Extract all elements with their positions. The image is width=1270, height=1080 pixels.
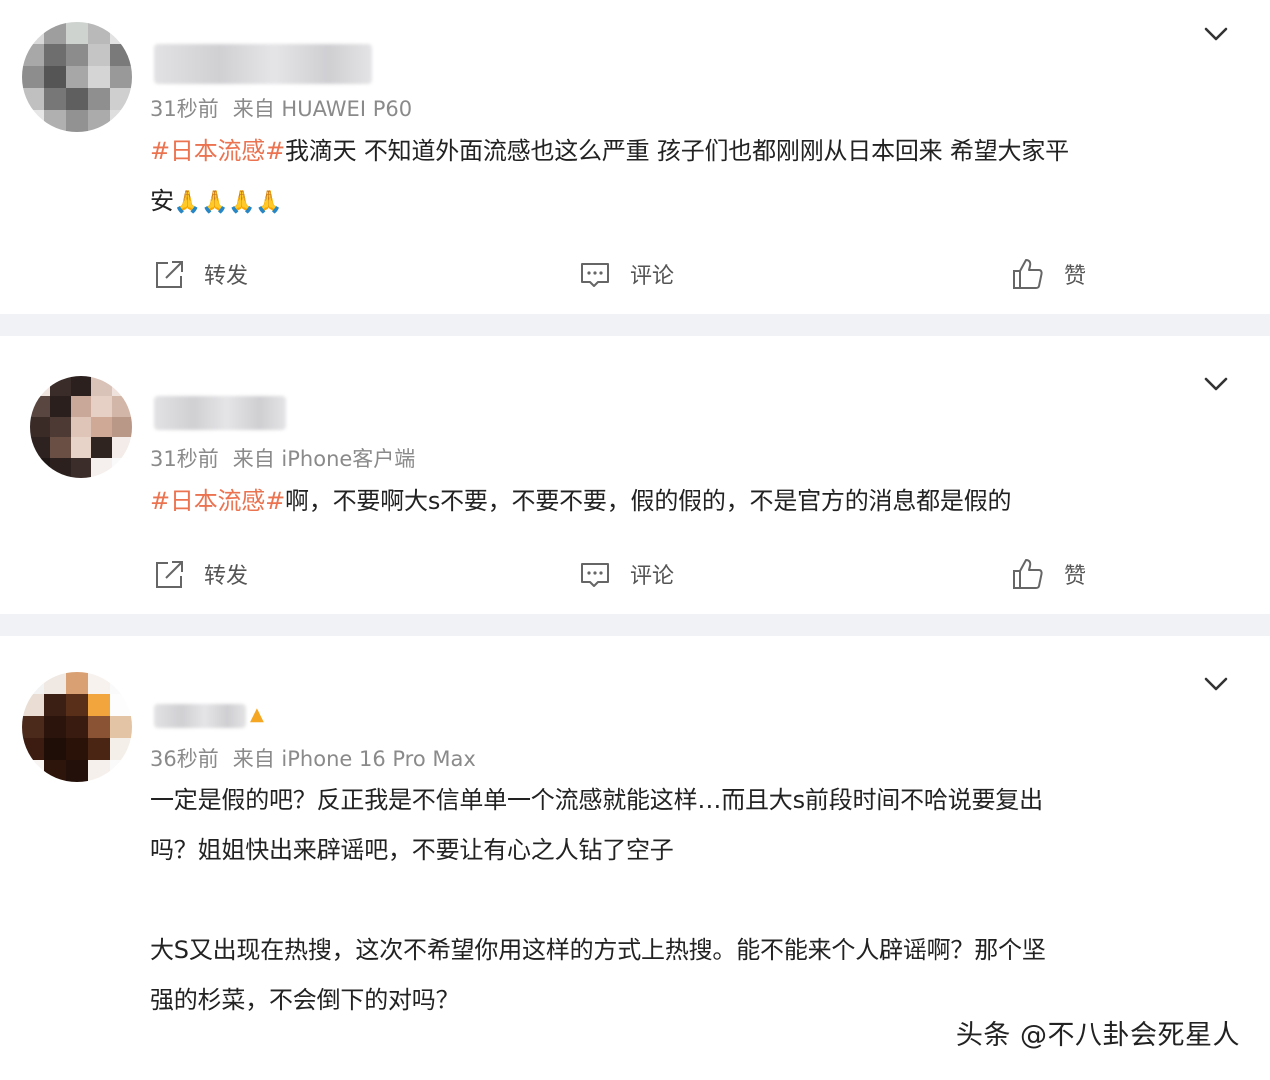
chevron-down-icon[interactable] <box>1202 374 1230 394</box>
repost-label: 转发 <box>204 564 249 589</box>
post-time: 31秒前 <box>150 447 219 471</box>
weibo-post-1: 31秒前 来自 HUAWEI P60 #日本流感#我滴天 不知道外面流感也这么严重… <box>0 0 1270 314</box>
post-text: 啊，不要啊大s不要，不要不要，假的假的，不是官方的消息都是假的 <box>285 487 1012 515</box>
post-text: 大S又出现在热搜，这次不希望你用这样的方式上热搜。能不能来个人辟谣啊？那个坚 <box>150 936 1046 964</box>
post-meta: 31秒前 来自 HUAWEI P60 <box>150 93 412 123</box>
post-content: #日本流感#啊，不要啊大s不要，不要不要，假的假的，不是官方的消息都是假的 <box>150 476 1220 526</box>
like-button[interactable]: 赞 <box>1010 254 1086 294</box>
post-actions: 转发 评论 赞 <box>0 254 1270 294</box>
like-label: 赞 <box>1064 564 1087 589</box>
comment-icon <box>581 563 609 587</box>
avatar[interactable] <box>22 22 132 132</box>
username-blurred[interactable] <box>154 396 286 430</box>
post-text: 吗？姐姐快出来辟谣吧，不要让有心之人钻了空子 <box>150 836 674 864</box>
comment-label: 评论 <box>630 564 675 589</box>
post-content: 一定是假的吧？反正我是不信单单一个流感就能这样…而且大s前段时间不哈说要复出 吗… <box>150 775 1220 1025</box>
post-time: 36秒前 <box>150 747 219 771</box>
fire-badge-icon: ▲ <box>250 704 264 725</box>
repost-icon <box>156 561 183 588</box>
like-button[interactable]: 赞 <box>1010 554 1086 594</box>
post-actions: 转发 评论 赞 <box>0 554 1270 594</box>
thumbs-up-icon <box>1013 259 1043 289</box>
post-meta: 36秒前 来自 iPhone 16 Pro Max <box>150 743 476 773</box>
avatar[interactable] <box>22 672 132 782</box>
post-text: 我滴天 不知道外面流感也这么严重 孩子们也都刚刚从日本回来 希望大家平 <box>285 137 1069 165</box>
post-time: 31秒前 <box>150 97 219 121</box>
comment-icon <box>581 263 609 287</box>
hashtag-link[interactable]: #日本流感# <box>150 487 285 515</box>
post-text: 一定是假的吧？反正我是不信单单一个流感就能这样…而且大s前段时间不哈说要复出 <box>150 786 1043 814</box>
repost-button[interactable]: 转发 <box>152 554 248 594</box>
pray-emoji: 🙏🙏🙏🙏 <box>173 190 283 215</box>
repost-label: 转发 <box>204 264 249 289</box>
post-source: 来自 iPhone 16 Pro Max <box>232 747 476 771</box>
post-text: 安 <box>150 187 174 215</box>
post-source: 来自 HUAWEI P60 <box>232 97 413 121</box>
post-content: #日本流感#我滴天 不知道外面流感也这么严重 孩子们也都刚刚从日本回来 希望大家… <box>150 126 1220 228</box>
chevron-down-icon[interactable] <box>1202 24 1230 44</box>
toutiao-watermark: 头条 @不八卦会死星人 <box>955 1020 1240 1051</box>
weibo-post-2: 31秒前 来自 iPhone客户端 #日本流感#啊，不要啊大s不要，不要不要，假的… <box>0 336 1270 614</box>
comment-button[interactable]: 评论 <box>578 554 674 594</box>
chevron-down-icon[interactable] <box>1202 674 1230 694</box>
like-label: 赞 <box>1064 264 1087 289</box>
post-meta: 31秒前 来自 iPhone客户端 <box>150 443 415 473</box>
post-source: 来自 iPhone客户端 <box>232 447 416 471</box>
repost-button[interactable]: 转发 <box>152 254 248 294</box>
thumbs-up-icon <box>1013 559 1043 589</box>
repost-icon <box>156 261 183 288</box>
hashtag-link[interactable]: #日本流感# <box>150 137 285 165</box>
username-blurred[interactable] <box>154 44 372 84</box>
comment-button[interactable]: 评论 <box>578 254 674 294</box>
avatar[interactable] <box>30 376 132 478</box>
comment-label: 评论 <box>630 264 675 289</box>
username-blurred[interactable] <box>154 704 246 728</box>
